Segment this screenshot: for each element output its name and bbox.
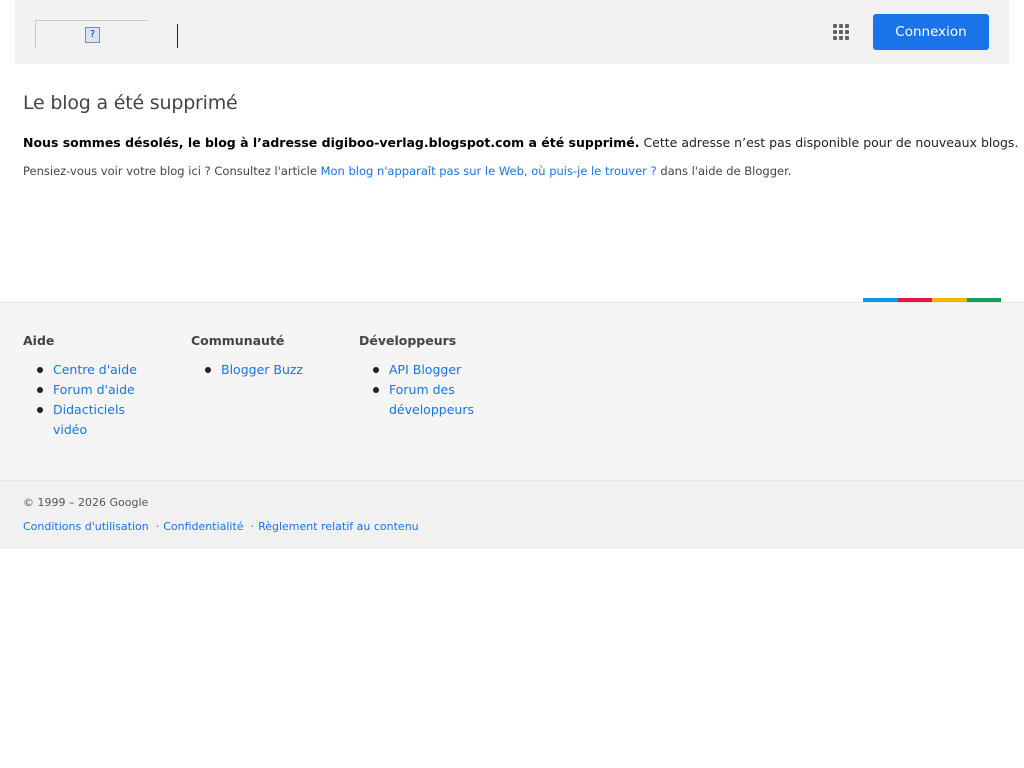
link-blogger-buzz[interactable]: Blogger Buzz [221,362,303,377]
copyright: © 1999 – 2026 Google [23,496,149,509]
content-policy-link[interactable]: Règlement relatif au contenu [258,520,419,533]
help-message-after: dans l'aide de Blogger. [660,164,792,178]
broken-image-icon: ? [85,27,100,43]
privacy-link[interactable]: Confidentialité [163,520,243,533]
footer-column-title: Communauté [191,333,285,348]
legal-links: Conditions d'utilisation · Confidentialité… [23,520,419,533]
legal-separator: · [155,520,160,533]
terms-link[interactable]: Conditions d'utilisation [23,520,149,533]
footer-links: Aide Centre d'aide Forum d'aide Didactic… [0,302,1024,480]
link-didacticiels[interactable]: Didacticiels vidéo [53,402,125,437]
link-centre-aide[interactable]: Centre d'aide [53,362,137,377]
header-divider [177,24,178,48]
top-bar: ? Connexion [15,0,1009,64]
link-forum-aide[interactable]: Forum d'aide [53,382,135,397]
footer-link-item: Centre d'aide [23,360,183,380]
footer-link-item: API Blogger [359,360,519,380]
link-forum-developpeurs[interactable]: Forum des développeurs [389,382,474,417]
legal-bar: © 1999 – 2026 Google Conditions d'utilis… [0,480,1024,549]
help-message-before: Pensiez-vous voir votre blog ici ? Consu… [23,164,317,178]
apps-grid-icon[interactable] [831,22,851,42]
main-content: Le blog a été supprimé Nous sommes désol… [23,92,1018,180]
footer-column-developpeurs: Développeurs API Blogger Forum des dével… [359,333,519,420]
link-api-blogger[interactable]: API Blogger [389,362,461,377]
blogger-logo[interactable]: ? [35,20,147,48]
help-message: Pensiez-vous voir votre blog ici ? Consu… [23,162,1003,180]
footer-link-item: Forum d'aide [23,380,183,400]
footer-column-aide: Aide Centre d'aide Forum d'aide Didactic… [23,333,183,440]
footer-link-item: Didacticiels vidéo [23,400,163,440]
footer-column-title: Aide [23,333,55,348]
deleted-message: Nous sommes désolés, le blog à l’adresse… [23,134,1018,152]
legal-separator: · [250,520,255,533]
footer-column-communaute: Communauté Blogger Buzz [191,333,351,380]
deleted-message-rest: Cette adresse n’est pas disponible pour … [643,135,1019,150]
page-title: Le blog a été supprimé [23,92,238,114]
signin-button[interactable]: Connexion [873,14,989,50]
footer-link-item: Forum des développeurs [359,380,504,420]
deleted-message-bold: Nous sommes désolés, le blog à l’adresse… [23,135,640,150]
footer-column-title: Développeurs [359,333,457,348]
footer-link-item: Blogger Buzz [191,360,351,380]
help-article-link[interactable]: Mon blog n'apparaît pas sur le Web, où p… [321,164,657,178]
